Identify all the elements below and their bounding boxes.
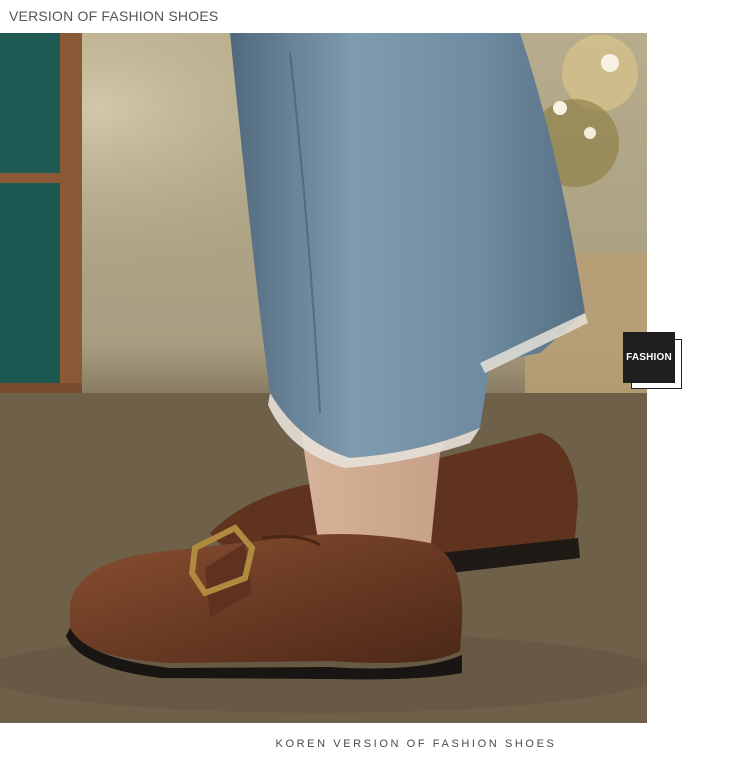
page-title: VERSION OF FASHION SHOES — [9, 8, 219, 24]
product-photo — [0, 33, 647, 723]
bottom-caption: KOREN VERSION OF FASHION SHOES — [275, 738, 557, 750]
fashion-badge: FASHION — [623, 332, 675, 383]
loafer-photo-illustration — [0, 33, 647, 723]
